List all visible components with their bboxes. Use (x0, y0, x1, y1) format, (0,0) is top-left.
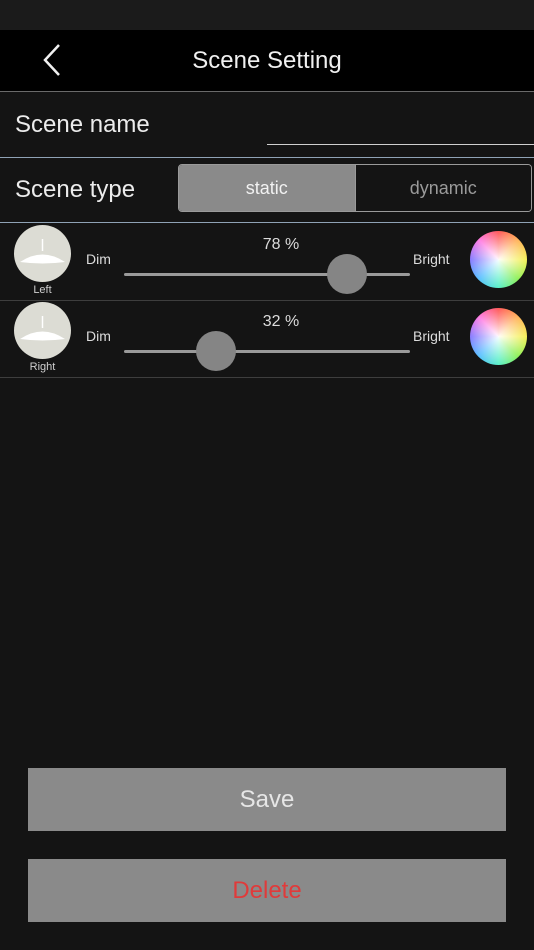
lamp-button-right[interactable] (14, 302, 71, 359)
brightness-slider-track[interactable] (124, 273, 410, 276)
back-button[interactable] (30, 38, 74, 82)
segment-dynamic[interactable]: dynamic (354, 165, 531, 211)
bright-label: Bright (413, 251, 450, 267)
light-name-label: Right (29, 361, 56, 373)
page-title: Scene Setting (192, 47, 342, 74)
scene-type-segmented-control: static dynamic (178, 164, 532, 212)
status-bar (0, 0, 534, 30)
light-name-label: Left (33, 284, 52, 296)
scene-name-input[interactable] (267, 102, 534, 145)
lamp-button-left[interactable] (14, 225, 71, 282)
save-button[interactable]: Save (28, 768, 506, 831)
dim-label: Dim (86, 251, 111, 267)
color-wheel-icon[interactable] (470, 308, 527, 365)
light-row-right: Right Dim 32 % Bright (0, 300, 534, 378)
ceiling-lamp-icon (20, 239, 65, 264)
delete-button[interactable]: Delete (28, 859, 506, 922)
ceiling-lamp-icon (20, 316, 65, 341)
segment-static[interactable]: static (179, 165, 355, 211)
brightness-percent: 32 % (262, 313, 300, 330)
brightness-percent: 78 % (262, 236, 300, 253)
color-wheel-icon[interactable] (470, 231, 527, 288)
bright-label: Bright (413, 328, 450, 344)
scene-name-row: Scene name (0, 92, 534, 158)
brightness-slider-track[interactable] (124, 350, 410, 353)
brightness-slider-thumb[interactable] (195, 331, 236, 371)
chevron-left-icon (43, 44, 60, 76)
light-row-left: Left Dim 78 % Bright (0, 223, 534, 301)
brightness-slider-thumb[interactable] (327, 254, 368, 294)
scene-type-row: Scene type static dynamic (0, 158, 534, 223)
scene-type-label: Scene type (15, 176, 136, 203)
scene-name-label: Scene name (15, 111, 150, 138)
dim-label: Dim (86, 328, 111, 344)
navigation-bar: Scene Setting (0, 30, 534, 92)
